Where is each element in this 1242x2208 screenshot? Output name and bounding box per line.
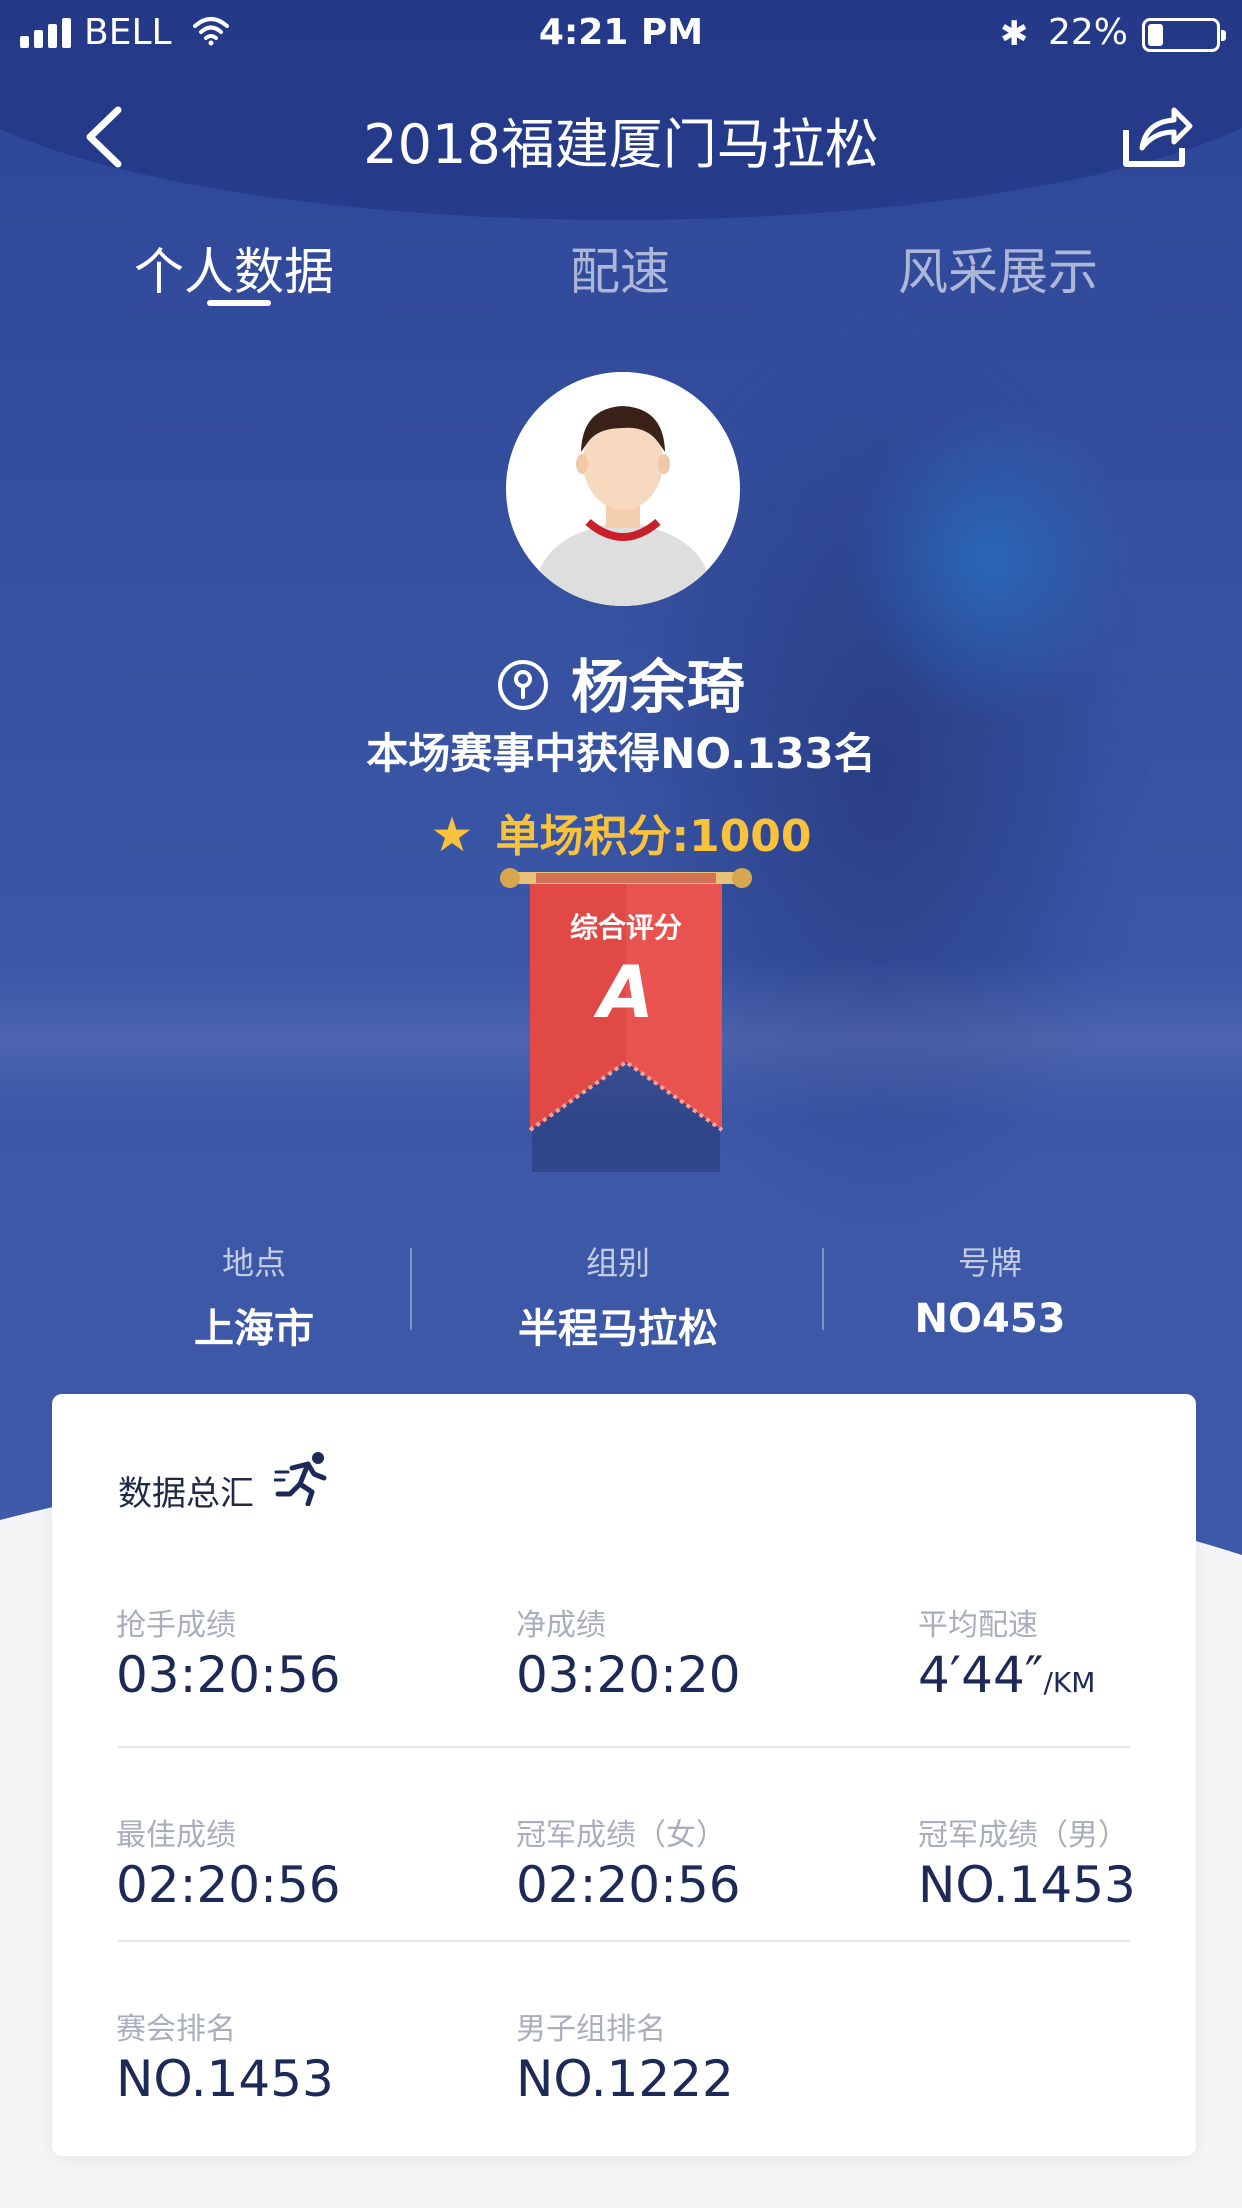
info-group: 组别 半程马拉松 — [468, 1238, 768, 1354]
stat-value: NO.1222 — [516, 2050, 734, 2108]
race-info: 地点 上海市 组别 半程马拉松 号牌 NO453 — [0, 1238, 1242, 1352]
stat-male-group-rank: 男子组排名 NO.1222 — [516, 2004, 734, 2108]
stat-avg-pace: 平均配速 4′44″/KM — [918, 1600, 1095, 1704]
stat-champion-male: 冠军成绩（男） NO.1453 — [918, 1810, 1136, 1914]
stat-label: 最佳成绩 — [116, 1818, 236, 1853]
stat-value: 02:20:56 — [516, 1856, 741, 1914]
user-avatar-icon — [506, 372, 740, 606]
rank-line: 本场赛事中获得NO.133名 — [366, 729, 876, 778]
pace-value: 4′44″ — [918, 1646, 1044, 1704]
stat-value: NO.1453 — [918, 1856, 1136, 1914]
score-line: ★ 单场积分:1000 — [0, 800, 1242, 864]
location-pin-icon — [497, 659, 548, 710]
stat-gun-time: 抢手成绩 03:20:56 — [116, 1600, 341, 1704]
stat-value: NO.1453 — [116, 2050, 334, 2108]
rating-label: 综合评分 — [569, 911, 682, 944]
stat-label: 平均配速 — [918, 1608, 1038, 1643]
summary-card: 数据总汇 抢手成绩 03:20:56 净成绩 03:20:20 平均配速 4′4… — [52, 1394, 1196, 2156]
bluetooth-icon: ✱ — [1000, 14, 1029, 54]
stat-label: 男子组排名 — [516, 2012, 666, 2047]
share-icon[interactable] — [1120, 104, 1194, 170]
stat-event-rank: 赛会排名 NO.1453 — [116, 2004, 334, 2108]
tab-indicator — [207, 300, 271, 306]
divider — [822, 1248, 824, 1330]
divider — [118, 1940, 1130, 1942]
avatar[interactable] — [506, 372, 740, 606]
tab-gallery[interactable]: 风采展示 — [898, 232, 1098, 304]
stat-value: 03:20:20 — [516, 1646, 741, 1704]
stat-label: 冠军成绩（女） — [516, 1818, 726, 1853]
score-text: 单场积分:1000 — [495, 811, 812, 862]
stat-value: 02:20:56 — [116, 1856, 341, 1914]
divider — [410, 1248, 412, 1330]
battery-icon — [1142, 18, 1226, 52]
stat-value: 4′44″/KM — [918, 1646, 1095, 1704]
info-bib: 号牌 NO453 — [840, 1238, 1140, 1342]
info-location: 地点 上海市 — [104, 1238, 404, 1354]
athlete-name: 杨余琦 — [570, 653, 745, 721]
page-title: 2018福建厦门马拉松 — [363, 113, 879, 176]
info-value: NO453 — [914, 1296, 1066, 1342]
stat-best-time: 最佳成绩 02:20:56 — [116, 1810, 341, 1914]
stat-value: 03:20:56 — [116, 1646, 341, 1704]
tab-bar: 个人数据 配速 风采展示 — [0, 232, 1242, 312]
rating-grade: A — [598, 950, 654, 1034]
status-bar: BELL 4:21 PM ✱ 22% — [0, 0, 1242, 66]
name-row: 杨余琦 — [0, 640, 1242, 724]
runner-icon — [274, 1452, 327, 1506]
divider — [118, 1746, 1130, 1748]
tab-personal-data[interactable]: 个人数据 — [134, 232, 334, 304]
summary-title: 数据总汇 — [118, 1474, 254, 1514]
info-label: 号牌 — [957, 1244, 1022, 1282]
battery-percentage: 22% — [1048, 12, 1129, 53]
info-value: 半程马拉松 — [518, 1306, 718, 1352]
tab-pace[interactable]: 配速 — [570, 232, 670, 304]
stat-label: 抢手成绩 — [116, 1608, 236, 1643]
stat-net-time: 净成绩 03:20:20 — [516, 1600, 741, 1704]
stat-label: 冠军成绩（男） — [918, 1818, 1128, 1853]
info-label: 组别 — [585, 1244, 650, 1282]
info-value: 上海市 — [194, 1306, 314, 1352]
pace-unit: /KM — [1043, 1666, 1096, 1699]
info-label: 地点 — [221, 1244, 286, 1282]
stat-label: 赛会排名 — [116, 2012, 236, 2047]
stat-champion-female: 冠军成绩（女） 02:20:56 — [516, 1810, 741, 1914]
star-icon: ★ — [430, 807, 474, 863]
stat-label: 净成绩 — [516, 1608, 606, 1643]
